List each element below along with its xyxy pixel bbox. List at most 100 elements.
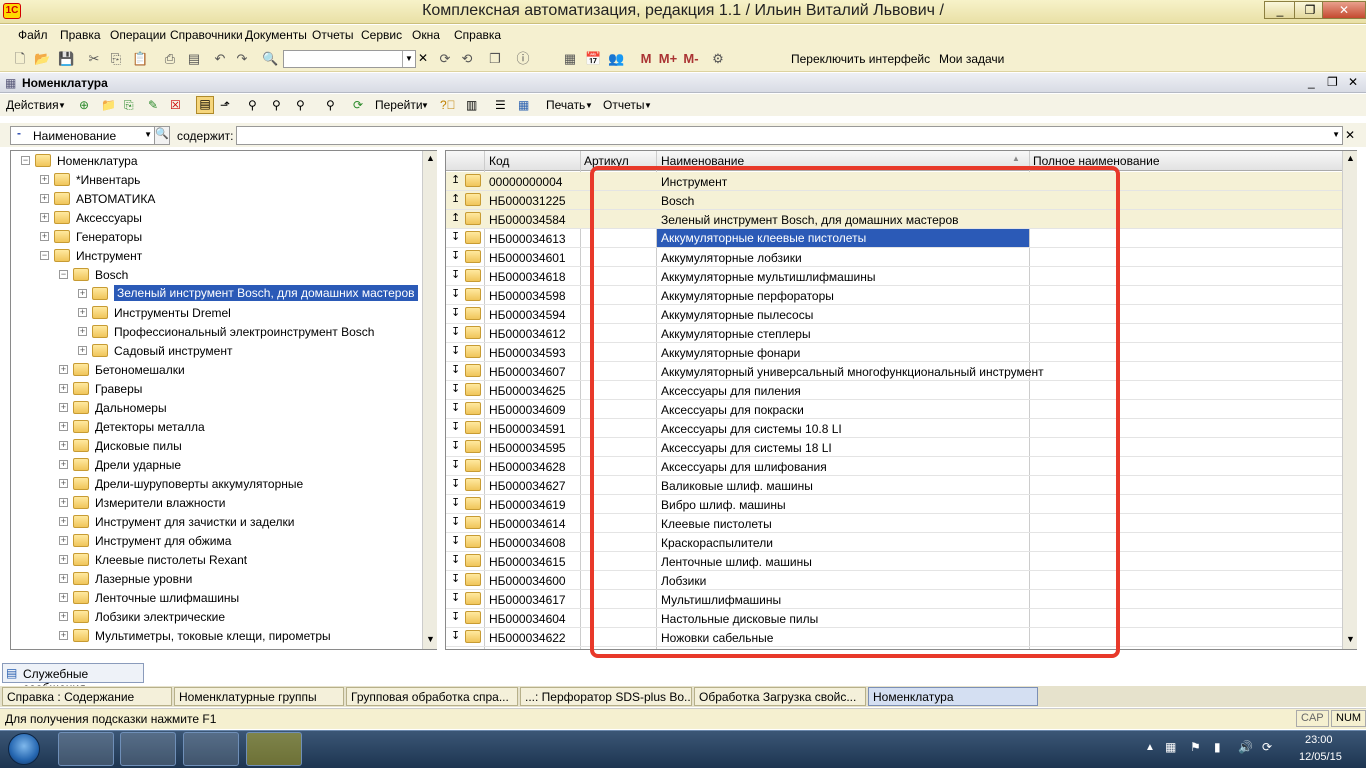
- collapse-icon[interactable]: −: [21, 156, 30, 165]
- barcode-icon[interactable]: ▥: [466, 98, 477, 112]
- service-messages-tab[interactable]: ▤ Служебные сообщения: [2, 663, 144, 695]
- 1c-app-icon[interactable]: [246, 732, 302, 766]
- doc-minimize-button[interactable]: _: [1308, 75, 1315, 89]
- clear-filter-icon[interactable]: ⚲: [326, 98, 335, 112]
- actions-menu[interactable]: Действия: [6, 98, 59, 112]
- expand-icon[interactable]: +: [59, 574, 68, 583]
- tray-volume-icon[interactable]: 🔊: [1238, 740, 1253, 754]
- menu-documents[interactable]: Документы: [245, 28, 307, 42]
- tray-sync-icon[interactable]: ⟳: [1262, 740, 1272, 754]
- calendar-icon[interactable]: 📅: [585, 51, 601, 67]
- preview-icon[interactable]: ▤: [186, 51, 202, 67]
- expand-icon[interactable]: +: [40, 194, 49, 203]
- minimize-button[interactable]: _: [1264, 1, 1296, 19]
- doc-close-button[interactable]: ✕: [1348, 75, 1358, 89]
- expand-icon[interactable]: +: [59, 365, 68, 374]
- scroll-down-icon[interactable]: ▼: [1346, 634, 1355, 644]
- expand-icon[interactable]: +: [59, 593, 68, 602]
- start-button[interactable]: [8, 733, 40, 765]
- copy-item-icon[interactable]: ⎘: [124, 98, 134, 113]
- clear-search-icon[interactable]: ✕: [418, 51, 428, 65]
- expand-icon[interactable]: +: [78, 346, 87, 355]
- col-code-header[interactable]: Код: [489, 154, 509, 168]
- menu-file[interactable]: Файл: [18, 28, 48, 42]
- info-icon[interactable]: ⓘ: [515, 51, 531, 67]
- delete-icon[interactable]: ☒: [170, 98, 181, 112]
- expand-icon[interactable]: +: [78, 327, 87, 336]
- expand-icon[interactable]: +: [59, 403, 68, 412]
- expand-icon[interactable]: +: [40, 213, 49, 222]
- expand-icon[interactable]: +: [59, 631, 68, 640]
- menu-reports[interactable]: Отчеты: [312, 28, 353, 42]
- scroll-up-icon[interactable]: ▲: [426, 153, 435, 163]
- filter-field-select[interactable]: - Наименование ▼: [10, 126, 155, 145]
- window-tab-help[interactable]: Справка : Содержание: [2, 687, 172, 706]
- add-icon[interactable]: ⊕: [79, 98, 89, 112]
- filter-history-icon[interactable]: ⚲: [296, 98, 305, 112]
- expand-icon[interactable]: +: [59, 536, 68, 545]
- expand-icon[interactable]: +: [59, 422, 68, 431]
- expand-icon[interactable]: +: [59, 555, 68, 564]
- chevron-down-icon[interactable]: ▼: [1332, 130, 1340, 139]
- expand-icon[interactable]: +: [78, 289, 87, 298]
- chevron-down-icon[interactable]: ▼: [402, 51, 415, 67]
- expand-icon[interactable]: +: [59, 517, 68, 526]
- scroll-up-icon[interactable]: ▲: [1346, 153, 1355, 163]
- tray-expand-icon[interactable]: ▲: [1145, 742, 1155, 753]
- memory-minus-button[interactable]: M-: [681, 51, 701, 67]
- open-icon[interactable]: 📂: [34, 51, 50, 67]
- expand-icon[interactable]: +: [78, 308, 87, 317]
- memory-m-button[interactable]: M: [638, 51, 654, 67]
- users-icon[interactable]: 👥: [608, 51, 624, 67]
- cut-icon[interactable]: ✂: [86, 51, 102, 67]
- settings-icon[interactable]: ⚙: [710, 51, 726, 67]
- expand-icon[interactable]: +: [40, 175, 49, 184]
- scroll-down-icon[interactable]: ▼: [426, 634, 435, 644]
- clock-time[interactable]: 23:00: [1305, 734, 1333, 746]
- columns-icon[interactable]: ▦: [518, 98, 529, 112]
- edit-icon[interactable]: ✎: [148, 98, 158, 112]
- tray-action-center-icon[interactable]: ⚑: [1190, 740, 1201, 754]
- search-icon[interactable]: 🔍: [262, 51, 278, 67]
- redo-icon[interactable]: ↷: [234, 51, 250, 67]
- window-tab-perforator[interactable]: ...: Перфоратор SDS-plus Bo...: [520, 687, 692, 706]
- paste-icon[interactable]: 📋: [132, 51, 148, 67]
- menu-operations[interactable]: Операции: [110, 28, 166, 42]
- search-combo[interactable]: ▼: [283, 50, 416, 68]
- filter-value-icon[interactable]: ⚲: [272, 98, 281, 112]
- window-tab-group-processing[interactable]: Групповая обработка спра...: [346, 687, 518, 706]
- hierarchy-icon[interactable]: ▤: [196, 96, 214, 114]
- menu-edit[interactable]: Правка: [60, 28, 101, 42]
- expand-icon[interactable]: +: [59, 612, 68, 621]
- switch-interface-button[interactable]: Переключить интерфейс: [791, 51, 931, 67]
- search-icon[interactable]: 🔍: [154, 126, 170, 145]
- goto-menu[interactable]: Перейти: [375, 98, 423, 112]
- level-up-icon[interactable]: ⬏: [220, 98, 230, 112]
- menu-help[interactable]: Справка: [454, 28, 501, 42]
- chevron-down-icon[interactable]: ▼: [144, 130, 152, 139]
- window-tab-load-props[interactable]: Обработка Загрузка свойс...: [694, 687, 866, 706]
- refresh-icon[interactable]: ⟳: [353, 98, 363, 112]
- filter-icon[interactable]: ⚲: [248, 98, 257, 112]
- firefox-app-icon[interactable]: [183, 732, 239, 766]
- memory-plus-button[interactable]: M+: [657, 51, 679, 67]
- tray-network-icon[interactable]: ▦: [1165, 740, 1176, 754]
- explorer-app-icon[interactable]: [58, 732, 114, 766]
- print-menu[interactable]: Печать: [546, 98, 585, 112]
- menu-catalogs[interactable]: Справочники: [170, 28, 243, 42]
- expand-icon[interactable]: +: [59, 441, 68, 450]
- expand-icon[interactable]: +: [40, 232, 49, 241]
- window-tab-nomenclature[interactable]: Номенклатура: [868, 687, 1038, 706]
- calculator-icon[interactable]: ▦: [562, 51, 578, 67]
- menu-service[interactable]: Сервис: [361, 28, 402, 42]
- undo-icon[interactable]: ↶: [212, 51, 228, 67]
- save-icon[interactable]: 💾: [58, 51, 74, 67]
- window-tab-groups[interactable]: Номенклатурные группы: [174, 687, 344, 706]
- add-group-icon[interactable]: 📁: [101, 98, 116, 112]
- close-button[interactable]: ✕: [1322, 1, 1366, 19]
- windows-icon[interactable]: ❐: [487, 51, 503, 67]
- my-tasks-button[interactable]: Мои задачи: [939, 51, 1009, 67]
- collapse-icon[interactable]: −: [59, 270, 68, 279]
- expand-icon[interactable]: +: [59, 384, 68, 393]
- clear-filter-icon[interactable]: ✕: [1345, 128, 1355, 142]
